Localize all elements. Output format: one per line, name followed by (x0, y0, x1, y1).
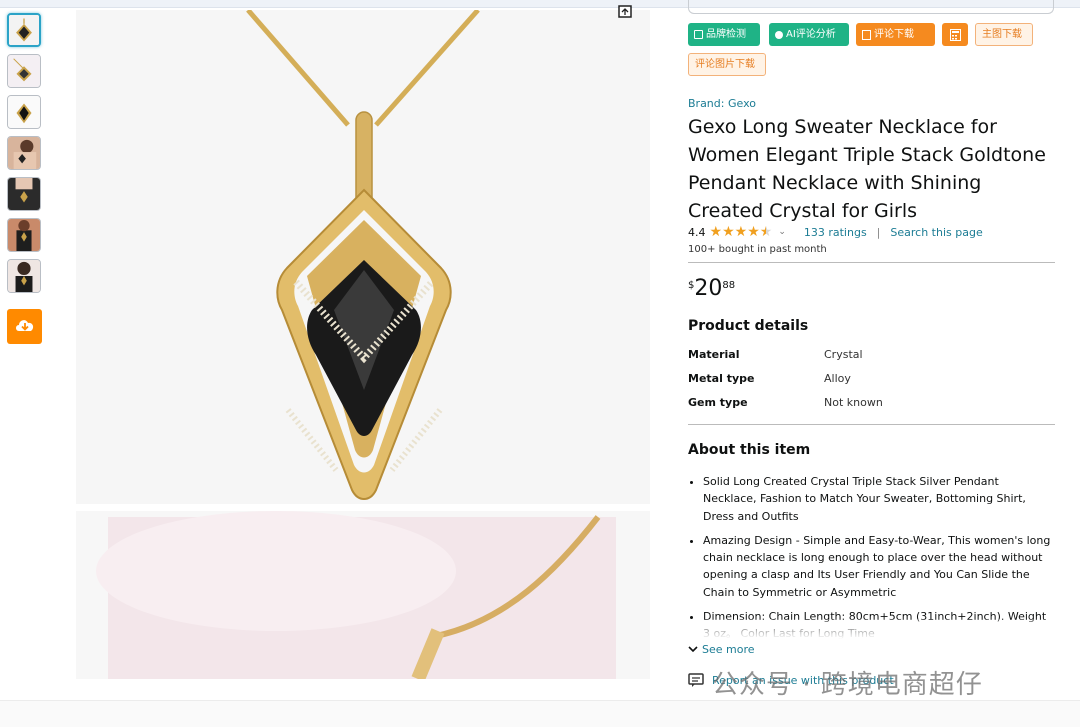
main-image-download-button[interactable]: 主图下载 (975, 23, 1033, 46)
detail-value: Crystal (824, 348, 863, 361)
calculator-icon (949, 28, 961, 41)
detail-label: Material (688, 348, 740, 361)
detail-row: Material Crystal (688, 348, 1048, 372)
search-this-page-link[interactable]: Search this page (890, 226, 982, 239)
price-whole: 20 (694, 276, 723, 301)
detail-label: Gem type (688, 396, 748, 409)
list-item: Solid Long Created Crystal Triple Stack … (703, 473, 1054, 525)
detail-value: Alloy (824, 372, 851, 385)
product-title: Gexo Long Sweater Necklace for Women Ele… (688, 116, 1046, 222)
price: $2088 (688, 276, 735, 301)
thumbnail-1[interactable] (7, 13, 41, 47)
divider (688, 262, 1055, 263)
cloud-download-icon (14, 316, 36, 338)
bottom-strip (0, 700, 1080, 727)
search-box-edge (688, 0, 1054, 14)
square-icon (694, 30, 703, 39)
document-icon (862, 29, 871, 40)
chevron-down-icon (688, 646, 698, 653)
review-image-download-label: 评论图片下载 (695, 59, 755, 70)
star-rating[interactable]: ★ ★ ★ ★ ★ (710, 225, 773, 239)
cloud-download-button[interactable] (7, 309, 42, 344)
star-half-icon: ★ (759, 224, 773, 240)
divider (688, 424, 1055, 425)
pie-chart-icon (775, 30, 783, 39)
review-download-label: 评论下载 (874, 29, 914, 40)
thumbnail-5[interactable] (7, 177, 41, 211)
rating-value: 4.4 (688, 225, 706, 239)
thumbnail-7[interactable] (7, 259, 41, 293)
text-fade (688, 619, 1054, 639)
star-icon: ★ (747, 224, 760, 240)
price-fraction: 88 (722, 280, 736, 291)
expand-icon[interactable] (618, 5, 632, 18)
product-details-heading: Product details (688, 318, 809, 334)
thumbnail-6[interactable] (7, 218, 41, 252)
main-image-download-label: 主图下载 (982, 29, 1022, 40)
bought-past-month: 100+ bought in past month (688, 244, 827, 255)
ratings-count-link[interactable]: 133 ratings (804, 226, 867, 239)
review-image-download-button[interactable]: 评论图片下载 (688, 53, 766, 76)
secondary-product-image[interactable] (76, 511, 650, 679)
brand-check-label: 品牌检测 (706, 29, 746, 40)
calculator-button[interactable] (942, 23, 968, 46)
rating-separator: | (876, 225, 881, 239)
detail-label: Metal type (688, 372, 755, 385)
ai-review-analysis-label: AI评论分析 (786, 29, 836, 40)
rating-row: 4.4 ★ ★ ★ ★ ★ ⌄ 133 ratings | Search thi… (688, 225, 983, 239)
chevron-down-icon[interactable]: ⌄ (778, 227, 786, 237)
about-item-list: Solid Long Created Crystal Triple Stack … (688, 473, 1054, 639)
ai-review-analysis-button[interactable]: AI评论分析 (769, 23, 849, 46)
list-item: Amazing Design - Simple and Easy-to-Wear… (703, 532, 1054, 601)
see-more-button[interactable]: See more (688, 643, 755, 656)
about-item-heading: About this item (688, 442, 811, 458)
detail-value: Not known (824, 396, 883, 409)
star-icon: ★ (722, 224, 735, 240)
brand-link[interactable]: Brand: Gexo (688, 97, 756, 110)
main-product-image[interactable] (76, 10, 650, 504)
thumbnail-4[interactable] (7, 136, 41, 170)
thumbnail-strip (7, 13, 43, 300)
star-icon: ★ (734, 224, 748, 240)
brand-check-button[interactable]: 品牌检测 (688, 23, 760, 46)
thumbnail-3[interactable] (7, 95, 41, 129)
see-more-label: See more (702, 643, 755, 656)
detail-row: Metal type Alloy (688, 372, 1048, 396)
report-icon (688, 673, 704, 687)
review-download-button[interactable]: 评论下载 (856, 23, 935, 46)
price-symbol: $ (688, 280, 695, 291)
watermark: 公众号 · 跨境电商超仔 (712, 670, 983, 700)
star-icon: ★ (709, 224, 723, 240)
thumbnail-2[interactable] (7, 54, 41, 88)
product-details-table: Material Crystal Metal type Alloy Gem ty… (688, 348, 1048, 420)
detail-row: Gem type Not known (688, 396, 1048, 420)
